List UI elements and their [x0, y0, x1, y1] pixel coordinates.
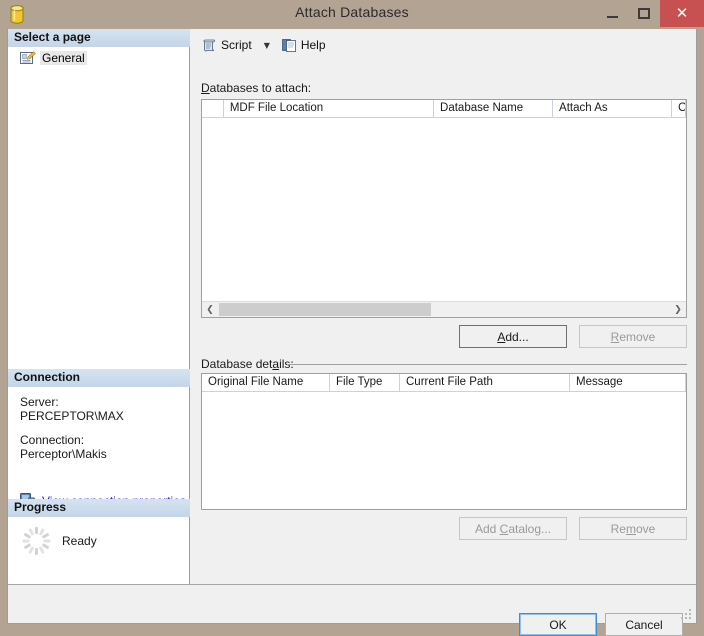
addcat-rest: atalog... — [508, 521, 552, 536]
attach-grid-body[interactable] — [202, 118, 686, 317]
attach-column-header[interactable]: Database Name — [434, 100, 554, 118]
attach-label-accel: D — [201, 81, 210, 95]
attach-label-rest: atabases to attach: — [209, 81, 312, 95]
help-label: Help — [300, 38, 326, 52]
details-column-header[interactable]: Original File Name — [202, 374, 330, 392]
sidebar-item-general[interactable]: General — [20, 51, 87, 65]
sidebar-item-label: General — [40, 51, 87, 65]
select-a-page-header: Select a page — [8, 29, 190, 47]
minimize-button[interactable] — [596, 0, 628, 27]
add-catalog-button[interactable]: Add Catalog... — [459, 517, 567, 540]
dialog-client-area: Select a page General Connection Server:… — [7, 29, 697, 636]
connection-header: Connection — [8, 369, 190, 387]
progress-row: Ready — [22, 527, 97, 555]
attach-column-header[interactable]: O — [672, 100, 686, 118]
right-pane: Script ▼ Help Databases to attach: MDF F… — [191, 29, 696, 584]
script-dropdown-caret[interactable]: ▼ — [259, 39, 275, 52]
attach-databases-window: Attach Databases ✕ Select a page General… — [0, 0, 704, 636]
remove-details-button[interactable]: Remove — [579, 517, 687, 540]
server-label: Server: — [20, 395, 59, 409]
title-bar[interactable]: Attach Databases ✕ — [0, 0, 704, 29]
spinner-icon — [22, 527, 50, 555]
attach-column-header[interactable]: MDF File Location — [224, 100, 435, 118]
remove2-accel: m — [625, 521, 636, 536]
script-scroll-icon — [203, 39, 215, 51]
script-button[interactable]: Script — [199, 36, 255, 55]
scroll-right-arrow-icon[interactable]: ❯ — [670, 302, 686, 317]
server-value: PERCEPTOR\MAX — [20, 409, 124, 423]
progress-status: Ready — [62, 534, 97, 548]
remove1-rest: emove — [619, 329, 656, 344]
maximize-icon — [638, 8, 650, 19]
details-column-header[interactable]: File Type — [330, 374, 400, 392]
details-grid-header: Original File Name File Type Current File … — [202, 374, 686, 392]
add-button[interactable]: Add... — [459, 325, 567, 348]
attach-column-header[interactable]: Attach As — [553, 100, 673, 118]
cancel-button[interactable]: Cancel — [605, 613, 683, 636]
close-button[interactable]: ✕ — [660, 0, 704, 27]
connection-label: Connection: — [20, 433, 85, 447]
databases-to-attach-label: Databases to attach: — [201, 81, 311, 95]
attach-grid-header: MDF File LocationDatabase NameAttach AsO — [202, 100, 686, 118]
page-general-icon — [20, 51, 36, 64]
maximize-button[interactable] — [628, 0, 660, 27]
resize-grip-icon[interactable] — [681, 609, 693, 621]
remove2-prefix: Re — [610, 521, 626, 536]
details-column-header[interactable]: Message — [570, 374, 686, 392]
footer-separator — [8, 584, 696, 585]
details-grid-body[interactable] — [202, 392, 686, 509]
progress-header: Progress — [8, 499, 190, 517]
script-label: Script — [221, 38, 252, 52]
addcat-prefix: Add — [474, 521, 500, 536]
toolbar: Script ▼ Help — [191, 29, 696, 61]
attach-column-header[interactable] — [202, 100, 224, 118]
details-label-prefix: Database det — [201, 357, 273, 371]
connection-server: Server: PERCEPTOR\MAX — [20, 395, 124, 423]
close-icon: ✕ — [675, 4, 689, 22]
database-details-label: Database details: — [201, 357, 294, 371]
minimize-icon — [606, 16, 618, 18]
help-pages-icon — [281, 38, 296, 52]
connection-user: Connection: Perceptor\Makis — [20, 433, 107, 461]
scroll-left-arrow-icon[interactable]: ❮ — [202, 302, 218, 317]
scrollbar-thumb[interactable] — [219, 303, 431, 316]
help-button[interactable]: Help — [279, 36, 329, 55]
left-pane: Select a page General Connection Server:… — [8, 29, 190, 584]
details-column-header[interactable]: Current File Path — [400, 374, 570, 392]
database-details-grid[interactable]: Original File Name File Type Current File … — [201, 373, 687, 510]
connection-value: Perceptor\Makis — [20, 447, 107, 461]
details-separator — [287, 364, 687, 365]
ok-button[interactable]: OK — [519, 613, 597, 636]
remove1-accel: R — [610, 329, 620, 344]
attach-grid-hscrollbar[interactable]: ❮ ❯ — [202, 301, 686, 317]
remove2-rest: ove — [635, 521, 656, 536]
databases-to-attach-grid[interactable]: MDF File LocationDatabase NameAttach AsO… — [201, 99, 687, 318]
add-rest: dd... — [505, 329, 529, 344]
remove-attach-button[interactable]: Remove — [579, 325, 687, 348]
